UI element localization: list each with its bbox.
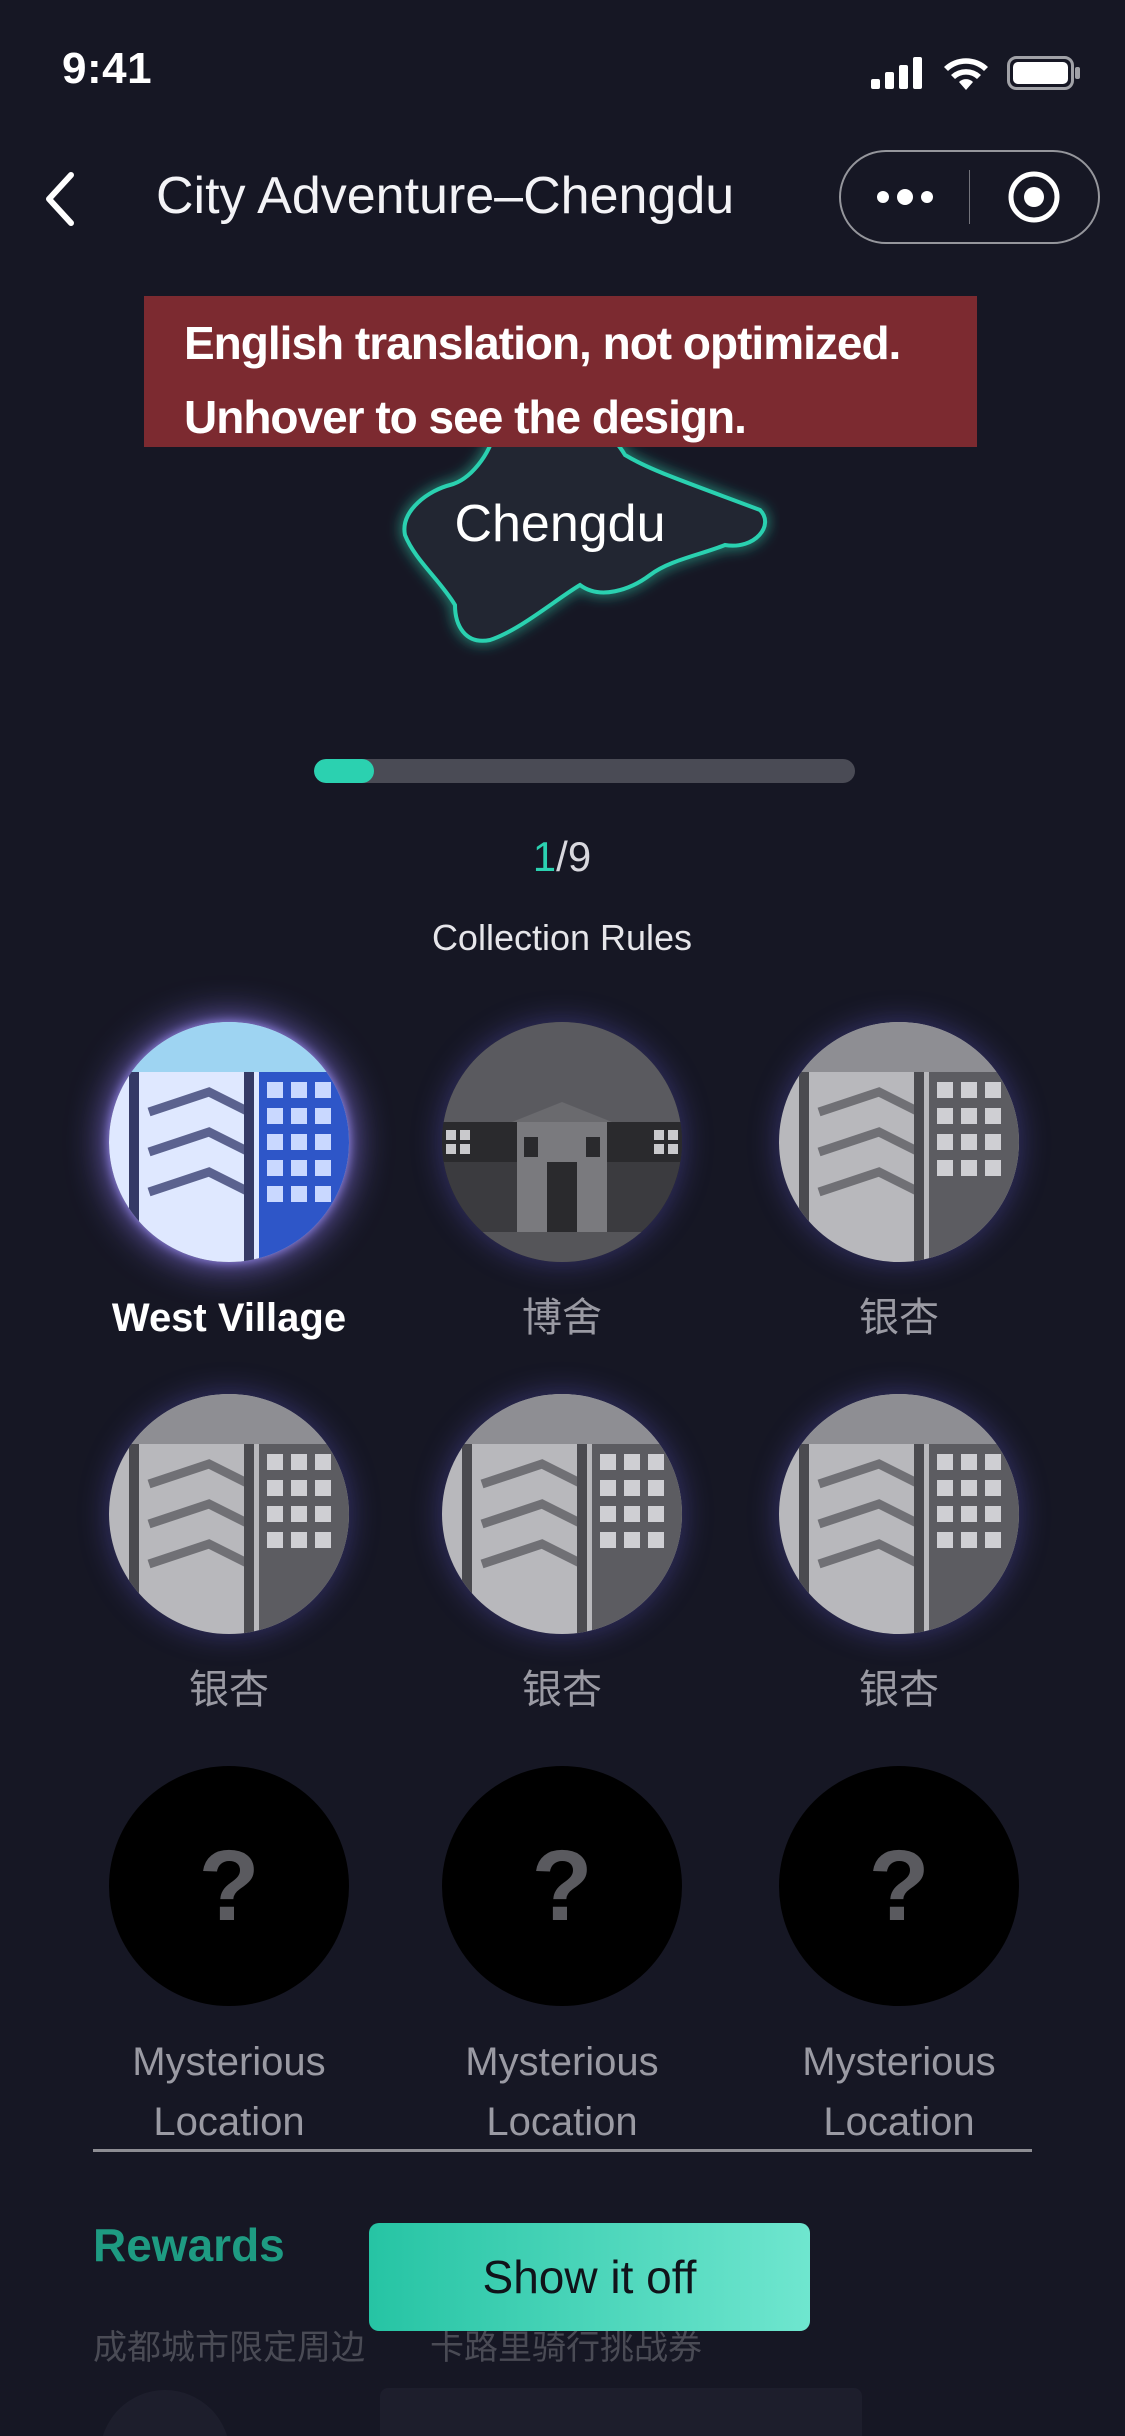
location-item[interactable]: 银杏	[79, 1394, 379, 1720]
more-icon	[876, 189, 933, 205]
reward-thumbnail	[100, 2390, 230, 2436]
wifi-icon	[944, 58, 988, 90]
reward-item: 成都城市限定周边	[93, 2329, 365, 2367]
location-item-locked[interactable]: ? Mysterious Location	[749, 1766, 1049, 2152]
location-image	[442, 1394, 682, 1634]
battery-icon	[1007, 56, 1080, 90]
location-label: 银杏	[859, 1296, 939, 1340]
building-image-icon	[109, 1394, 349, 1634]
back-button[interactable]	[30, 164, 90, 234]
collection-rules-link[interactable]: Collection Rules	[362, 917, 762, 959]
banner-line-1: English translation, not optimized.	[184, 317, 901, 369]
location-image	[442, 1022, 682, 1262]
target-icon	[1008, 171, 1060, 223]
location-label: 银杏	[859, 1668, 939, 1712]
signal-icon	[871, 57, 922, 89]
status-icons	[871, 56, 1081, 90]
more-button[interactable]	[841, 152, 969, 242]
screen: 9:41 City Adventure–Chengdu English tran…	[0, 0, 1125, 2436]
chevron-left-icon	[46, 172, 74, 226]
reward-card	[380, 2388, 862, 2436]
building-image-icon	[442, 1022, 682, 1262]
mini-program-capsule	[839, 150, 1100, 244]
progress-fill	[314, 759, 375, 783]
location-label: 银杏	[189, 1668, 269, 1712]
question-mark-icon: ?	[531, 1829, 593, 1942]
mystery-placeholder: ?	[109, 1766, 349, 2006]
location-item[interactable]: West Village	[79, 1022, 379, 1348]
location-label: Mysterious Location	[802, 2040, 996, 2144]
progress-total: 9	[567, 833, 592, 880]
location-item[interactable]: 银杏	[412, 1394, 712, 1720]
location-item[interactable]: 博舍	[412, 1022, 712, 1348]
location-item-locked[interactable]: ? Mysterious Location	[412, 1766, 712, 2152]
mystery-placeholder: ?	[779, 1766, 1019, 2006]
close-button[interactable]	[970, 152, 1098, 242]
show-it-off-button[interactable]: Show it off	[369, 2223, 810, 2331]
location-label: 博舍	[522, 1296, 602, 1340]
location-image	[109, 1022, 349, 1262]
building-image-icon	[442, 1394, 682, 1634]
progress-bar	[314, 759, 855, 783]
building-image-icon	[109, 1022, 349, 1262]
location-item-locked[interactable]: ? Mysterious Location	[79, 1766, 379, 2152]
progress-current: 1	[532, 833, 557, 880]
map-label: Chengdu	[454, 495, 666, 553]
location-item[interactable]: 银杏	[749, 1394, 1049, 1720]
location-item[interactable]: 银杏	[749, 1022, 1049, 1348]
status-time: 9:41	[62, 44, 153, 93]
progress-count: 1/9	[462, 833, 662, 881]
mystery-placeholder: ?	[442, 1766, 682, 2006]
building-image-icon	[779, 1022, 1019, 1262]
page-title: City Adventure–Chengdu	[156, 167, 735, 225]
translation-banner: English translation, not optimized. Unho…	[144, 296, 977, 447]
progress-separator: /	[556, 833, 568, 880]
location-image	[109, 1394, 349, 1634]
question-mark-icon: ?	[868, 1829, 930, 1942]
building-image-icon	[779, 1394, 1019, 1634]
question-mark-icon: ?	[198, 1829, 260, 1942]
rewards-title: Rewards	[93, 2219, 285, 2271]
location-image	[779, 1394, 1019, 1634]
location-label: West Village	[111, 1296, 347, 1340]
banner-line-2: Unhover to see the design.	[184, 391, 747, 443]
location-image	[779, 1022, 1019, 1262]
location-label: 银杏	[522, 1668, 602, 1712]
location-label: Mysterious Location	[465, 2040, 659, 2144]
section-divider	[93, 2149, 1032, 2152]
location-label: Mysterious Location	[132, 2040, 326, 2144]
